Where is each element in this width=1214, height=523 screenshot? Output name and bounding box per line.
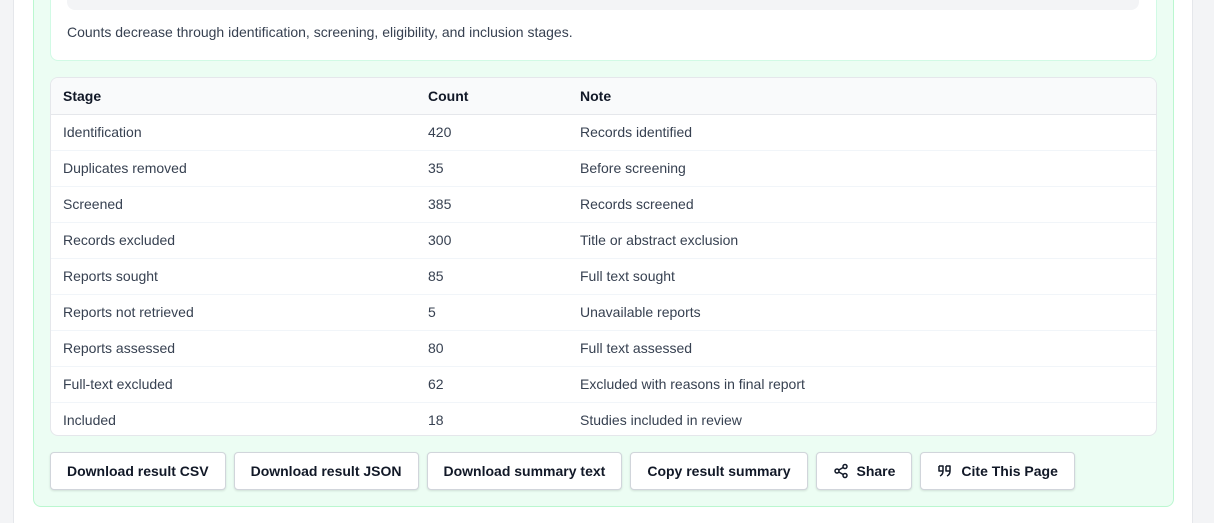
cell-note: Before screening	[568, 150, 1156, 187]
share-button[interactable]: Share	[815, 452, 913, 490]
results-table: Stage Count Note Identification 420 Reco…	[50, 77, 1157, 436]
cell-count: 300	[416, 222, 568, 259]
table-row: Records excluded 300 Title or abstract e…	[51, 222, 1156, 259]
cell-stage: Full-text excluded	[51, 366, 416, 403]
share-icon	[833, 463, 849, 479]
cell-note: Full text sought	[568, 258, 1156, 295]
cell-stage: Reports assessed	[51, 330, 416, 367]
cell-note: Records screened	[568, 186, 1156, 223]
header-count: Count	[416, 78, 568, 115]
header-stage: Stage	[51, 78, 416, 115]
copy-summary-label: Copy result summary	[647, 463, 791, 479]
cell-count: 420	[416, 114, 568, 151]
table-row: Included 18 Studies included in review	[51, 402, 1156, 435]
cell-note: Title or abstract exclusion	[568, 222, 1156, 259]
copy-summary-button[interactable]: Copy result summary	[630, 452, 808, 490]
cell-note: Excluded with reasons in final report	[568, 366, 1156, 403]
table-row: Screened 385 Records screened	[51, 186, 1156, 223]
cite-button[interactable]: Cite This Page	[920, 452, 1075, 490]
cell-stage: Reports sought	[51, 258, 416, 295]
table-row: Reports sought 85 Full text sought	[51, 258, 1156, 295]
cell-note: Records identified	[568, 114, 1156, 151]
prisma-table: Stage Count Note Identification 420 Reco…	[51, 78, 1156, 435]
cell-stage: Duplicates removed	[51, 150, 416, 187]
cell-count: 85	[416, 258, 568, 295]
cell-count: 35	[416, 150, 568, 187]
table-row: Identification 420 Records identified	[51, 114, 1156, 151]
download-json-label: Download result JSON	[250, 463, 402, 479]
cell-count: 80	[416, 330, 568, 367]
cell-stage: Screened	[51, 186, 416, 223]
summary-text: Counts decrease through identification, …	[67, 24, 573, 40]
cell-count: 18	[428, 412, 444, 429]
table-row: Duplicates removed 35 Before screening	[51, 150, 1156, 187]
table-row: Reports not retrieved 5 Unavailable repo…	[51, 294, 1156, 331]
cell-stage: Records excluded	[51, 222, 416, 259]
cell-count: 385	[416, 186, 568, 223]
table-row: Reports assessed 80 Full text assessed	[51, 330, 1156, 367]
download-csv-button[interactable]: Download result CSV	[50, 452, 226, 490]
download-csv-label: Download result CSV	[67, 463, 209, 479]
cell-stage: Included	[63, 412, 116, 429]
table-row: Full-text excluded 62 Excluded with reas…	[51, 366, 1156, 403]
cell-stage: Identification	[51, 114, 416, 151]
quote-icon	[937, 463, 953, 479]
download-summary-label: Download summary text	[443, 463, 606, 479]
cell-note: Studies included in review	[580, 412, 742, 429]
cell-stage: Reports not retrieved	[51, 294, 416, 331]
table-header-row: Stage Count Note	[51, 78, 1156, 115]
header-note: Note	[568, 78, 1156, 115]
cell-note: Full text assessed	[568, 330, 1156, 367]
share-label: Share	[856, 463, 896, 479]
cell-count: 62	[416, 366, 568, 403]
summary-strip	[67, 0, 1139, 10]
cite-label: Cite This Page	[961, 463, 1058, 479]
cell-note: Unavailable reports	[568, 294, 1156, 331]
cell-count: 5	[416, 294, 568, 331]
action-bar: Download result CSV Download result JSON…	[50, 452, 1075, 490]
download-json-button[interactable]: Download result JSON	[233, 452, 419, 490]
download-summary-button[interactable]: Download summary text	[426, 452, 623, 490]
